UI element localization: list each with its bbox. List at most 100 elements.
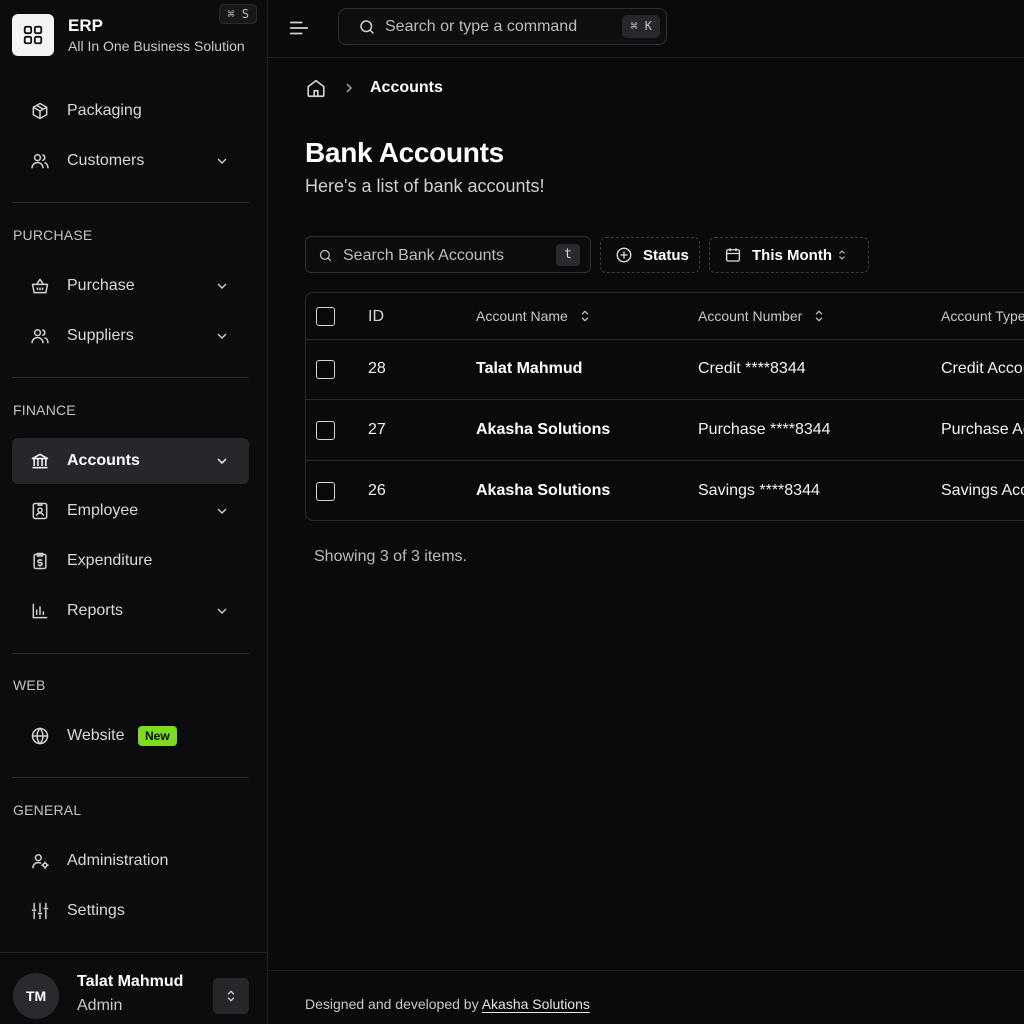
sidebar-item-reports[interactable]: Reports (12, 588, 249, 634)
bank-accounts-table: ID Account Name Account Number Account T… (305, 292, 1024, 521)
section-title-web: WEB (13, 677, 46, 693)
sidebar-shortcut-badge: ⌘ S (219, 4, 257, 24)
user-role: Admin (77, 997, 123, 1014)
id-badge-icon (32, 502, 48, 520)
row-checkbox[interactable] (316, 482, 335, 501)
select-all-checkbox[interactable] (316, 307, 335, 326)
topbar: Search or type a command ⌘ K (268, 0, 1024, 58)
sidebar-item-label: Purchase (67, 277, 135, 294)
chevron-down-icon (217, 158, 227, 164)
brand-name: ERP (68, 16, 103, 35)
users-icon (31, 329, 49, 344)
user-cog-icon (32, 854, 49, 869)
column-header-account-type[interactable]: Account Type (941, 308, 1024, 324)
table-row[interactable]: 27 Akasha Solutions Purchase ****8344 Pu… (306, 401, 1024, 461)
status-filter-button[interactable]: Status (600, 237, 700, 273)
sidebar-item-label: Employee (67, 502, 139, 519)
bank-icon (31, 453, 49, 469)
table-summary: Showing 3 of 3 items. (314, 548, 467, 565)
date-filter-button[interactable]: This Month (709, 237, 869, 273)
user-menu-button[interactable] (213, 978, 249, 1014)
search-icon (319, 249, 332, 262)
column-header-account-name[interactable]: Account Name (476, 308, 592, 324)
column-header-label: Account Number (698, 308, 803, 324)
cell-account-number: Savings ****8344 (698, 482, 820, 499)
row-checkbox[interactable] (316, 421, 335, 440)
divider (12, 777, 249, 778)
chevron-right-icon (346, 83, 352, 93)
sidebar-item-suppliers[interactable]: Suppliers (12, 313, 249, 359)
avatar[interactable]: TM (13, 973, 59, 1019)
table-row[interactable]: 28 Talat Mahmud Credit ****8344 Credit A… (306, 340, 1024, 400)
chevron-down-icon (217, 458, 227, 464)
breadcrumb: Accounts (305, 77, 443, 99)
brand[interactable]: ERP All In One Business Solution (12, 13, 245, 57)
page-title: Bank Accounts (305, 137, 504, 168)
bar-chart-icon (32, 603, 48, 619)
user-profile: TM Talat Mahmud Admin (0, 952, 268, 1024)
sort-icon (581, 310, 589, 322)
sidebar-item-label: Reports (67, 602, 124, 619)
command-search-input[interactable]: Search or type a command ⌘ K (338, 8, 667, 45)
search-shortcut-badge: t (556, 244, 580, 266)
cell-account-number: Purchase ****8344 (698, 421, 831, 438)
column-header-account-number[interactable]: Account Number (698, 308, 826, 324)
calendar-icon (725, 248, 741, 262)
section-title-general: GENERAL (13, 802, 82, 818)
footer-prefix: Designed and developed by (305, 996, 479, 1012)
status-filter-label: Status (643, 246, 689, 264)
cell-account-type: Credit Account (941, 360, 1024, 377)
home-icon[interactable] (305, 77, 327, 99)
plus-circle-icon (616, 247, 632, 263)
cell-account-type: Savings Account (941, 482, 1024, 499)
sidebar-item-accounts[interactable]: Accounts (12, 438, 249, 484)
sidebar-item-customers[interactable]: Customers (12, 138, 249, 184)
grid-logo-icon (12, 14, 54, 56)
cell-id: 28 (368, 360, 386, 377)
box-icon (32, 102, 48, 120)
cell-id: 26 (368, 482, 386, 499)
table-row[interactable]: 26 Akasha Solutions Savings ****8344 Sav… (306, 462, 1024, 520)
search-placeholder: Search Bank Accounts (343, 247, 504, 264)
sidebar-item-label: Customers (67, 152, 145, 169)
sidebar-item-employee[interactable]: Employee (12, 488, 249, 534)
receipt-icon (33, 552, 47, 570)
footer: Designed and developed by Akasha Solutio… (268, 970, 1024, 1024)
sidebar-item-settings[interactable]: Settings (12, 888, 249, 934)
chevron-down-icon (217, 608, 227, 614)
user-name: Talat Mahmud (77, 973, 184, 990)
new-badge: New (138, 726, 177, 746)
page-subtitle: Here's a list of bank accounts! (305, 176, 545, 196)
sidebar-item-purchase[interactable]: Purchase (12, 263, 249, 309)
footer-link[interactable]: Akasha Solutions (482, 996, 590, 1012)
row-checkbox[interactable] (316, 360, 335, 379)
basket-icon (31, 278, 49, 294)
chevron-down-icon (217, 283, 227, 289)
command-search-placeholder: Search or type a command (385, 18, 578, 35)
sidebar-item-label: Suppliers (67, 327, 134, 344)
section-title-purchase: PURCHASE (13, 227, 93, 243)
cell-account-number: Credit ****8344 (698, 360, 806, 377)
globe-icon (31, 727, 49, 745)
table-header: ID Account Name Account Number Account T… (306, 293, 1024, 340)
column-header-id: ID (368, 308, 384, 325)
command-shortcut-badge: ⌘ K (622, 15, 660, 38)
column-header-label: Account Name (476, 308, 568, 324)
sidebar-toggle-icon[interactable] (288, 17, 310, 39)
sidebar-item-label: Packaging (67, 102, 142, 119)
chevron-down-icon (217, 333, 227, 339)
search-icon (360, 20, 374, 34)
sliders-icon (31, 902, 49, 920)
bank-accounts-search-input[interactable]: Search Bank Accounts t (305, 236, 591, 273)
users-icon (31, 154, 49, 169)
sidebar-item-administration[interactable]: Administration (12, 838, 249, 884)
sidebar-item-packaging[interactable]: Packaging (12, 88, 249, 134)
sidebar-item-label: Website (67, 727, 125, 744)
date-filter-label: This Month (752, 246, 832, 264)
cell-account-name: Akasha Solutions (476, 482, 611, 499)
sidebar-item-website[interactable]: Website New (12, 713, 249, 759)
breadcrumb-current: Accounts (370, 79, 443, 96)
sidebar-item-label: Settings (67, 902, 125, 919)
sidebar-item-expenditure[interactable]: Expenditure (12, 538, 249, 584)
section-title-finance: FINANCE (13, 402, 76, 418)
